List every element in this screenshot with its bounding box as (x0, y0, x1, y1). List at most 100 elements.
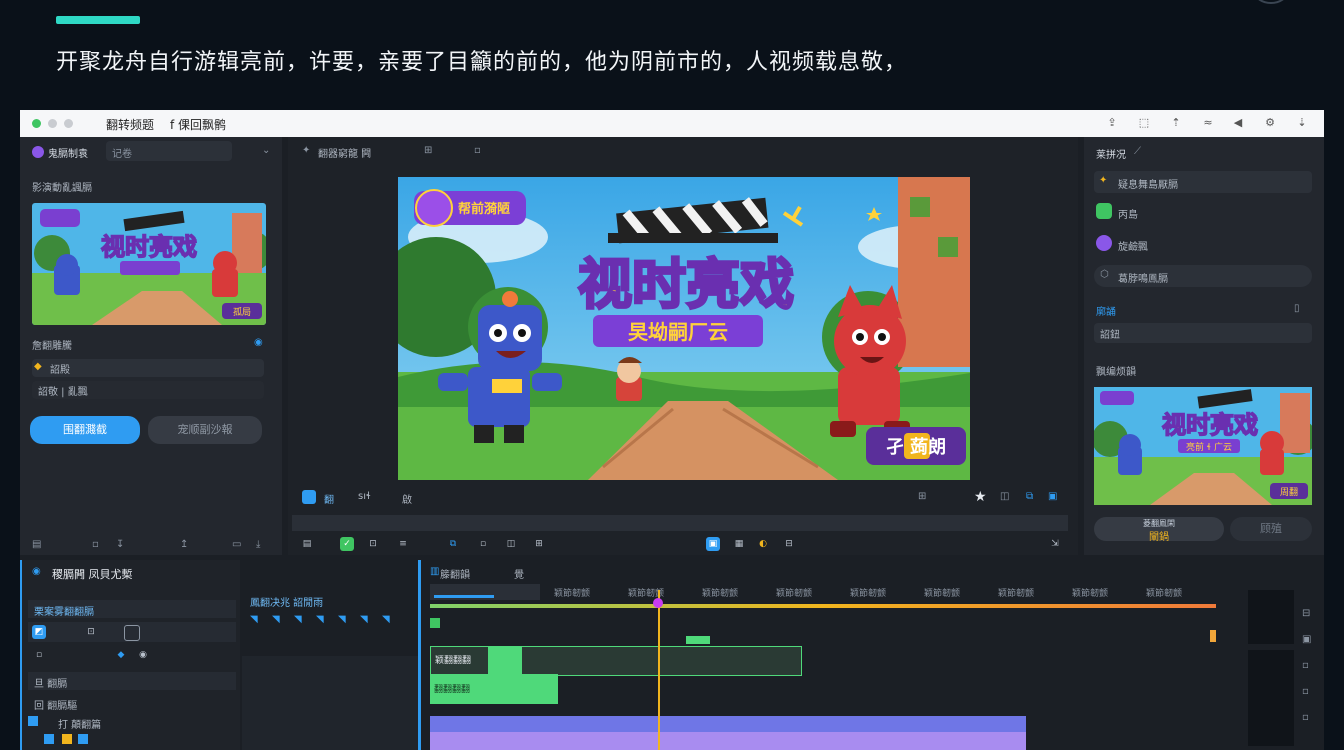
setting-row-2[interactable]: 詔敬 | 亂飄 (32, 381, 264, 399)
audio-track-1[interactable] (430, 716, 1026, 732)
preview-tool-icon-3[interactable]: ⧉ (1026, 491, 1033, 502)
preview-control-a-button[interactable] (302, 490, 316, 504)
keyframe-block[interactable] (686, 636, 710, 644)
toolbar-tool-icon-1[interactable]: ⊞ (424, 145, 432, 156)
timeline-tool-icon-3[interactable] (124, 625, 140, 641)
magic-icon[interactable]: ⟋ (1134, 146, 1141, 157)
lock-icon[interactable]: ▯ (1294, 303, 1300, 314)
edit-tool-icon-7[interactable]: ◫ (504, 537, 518, 551)
upload-icon[interactable]: ⇡ (1168, 115, 1184, 131)
edit-tool-icon-13[interactable]: ⇲ (1048, 537, 1062, 551)
video-track-1[interactable]: 颖翻翻翻 (430, 646, 802, 676)
timeline-tool-icon-2[interactable]: ⊡ (84, 625, 98, 639)
timeline-divider[interactable] (418, 560, 421, 750)
preview-logo-text: 帮前漪陋 (458, 201, 510, 217)
track-end-marker[interactable] (1210, 630, 1216, 642)
edit-tool-icon-10[interactable]: ▦ (732, 537, 746, 551)
wifi-icon[interactable]: ≈ (1200, 115, 1216, 131)
edit-tool-icon-11[interactable]: ◐ (756, 537, 770, 551)
edit-tool-icon-8[interactable]: ⊞ (532, 537, 546, 551)
timeline-subtitle-row[interactable]: 栗案雾翻翻膈 (28, 600, 236, 618)
title-bar: 翻转频题 f 倮回飘鹘 ⇪ ⬚ ⇡ ≈ ◀ ⚙ ⇣ (20, 110, 1324, 137)
window-maximize-button[interactable] (64, 119, 73, 128)
effect-preset-icon-4[interactable]: ◥ (316, 614, 324, 625)
left-tool-icon-6[interactable]: ⤓ (256, 539, 260, 550)
meter-icon-5[interactable]: ▫ (1302, 712, 1309, 723)
preview-control-a-label: 翻 (324, 495, 334, 506)
secondary-button[interactable]: 宠顺副沙報 (148, 416, 262, 444)
timeline-layer-row-2[interactable]: 打 顛翻篇 (28, 714, 236, 731)
search-input[interactable]: 记卷 (106, 141, 232, 161)
effect-preset-icon-1[interactable]: ◥ (250, 614, 258, 625)
preview-tool-icon-2[interactable]: ◫ (1000, 491, 1009, 502)
meter-icon-3[interactable]: ▫ (1302, 660, 1309, 671)
timeline-tool-icon-4[interactable]: ▫ (32, 648, 46, 662)
media-thumbnail[interactable]: 视时亮戏 孤局 (32, 203, 266, 325)
effect-preset-icon-2[interactable]: ◥ (272, 614, 280, 625)
preview-tool-icon-4[interactable]: ▣ (1048, 491, 1057, 502)
meter-icon-1[interactable]: ⊟ (1302, 608, 1310, 619)
left-tool-icon-1[interactable]: ▤ (32, 539, 41, 550)
meter-icon-4[interactable]: ▫ (1302, 686, 1309, 697)
download-icon[interactable]: ⇣ (1294, 115, 1310, 131)
left-tool-icon-3[interactable]: ↧ (116, 539, 124, 550)
right-field-2[interactable]: 詔鈕 (1094, 323, 1312, 343)
video-preview[interactable]: 帮前漪陋 视时亮戏 旲坳嗣厂云 孑 蒟朗 (398, 177, 970, 480)
primary-button[interactable]: 围翻濺截 (30, 416, 140, 444)
edit-tool-icon-6[interactable]: ▫ (476, 537, 490, 551)
right-item-3[interactable]: 旋鹼飄 (1094, 233, 1312, 255)
cursor-icon[interactable]: ✦ (302, 145, 310, 156)
toolbar-tool-icon-2[interactable]: ▫ (474, 145, 481, 156)
right-item-2[interactable]: 丙島 (1094, 201, 1312, 223)
collapse-icon[interactable]: ⌄ (262, 145, 270, 156)
info-icon[interactable]: ◉ (254, 337, 263, 348)
timeline-tool-icon-1[interactable]: ◩ (32, 625, 46, 639)
preview-tool-icon-1[interactable]: ⊞ (918, 491, 926, 502)
left-tool-icon-5[interactable]: ▭ (232, 539, 241, 550)
window-minimize-button[interactable] (48, 119, 57, 128)
edit-tool-icon-5[interactable]: ⧉ (446, 537, 460, 551)
timeline-panel-title: 稷膈闁 凤貝尤槧 (52, 568, 133, 581)
settings-icon[interactable]: ⚙ (1262, 115, 1278, 131)
effect-preset-icon-7[interactable]: ◥ (382, 614, 390, 625)
scrub-ruler[interactable] (292, 515, 1068, 531)
effect-preset-icon-6[interactable]: ◥ (360, 614, 368, 625)
timeline-layer-row-1[interactable]: 回 翻膈驅 (28, 694, 236, 712)
timeline-layer-row-3[interactable] (28, 732, 236, 748)
edit-tool-icon-12[interactable]: ⊟ (782, 537, 796, 551)
track-marker[interactable] (430, 618, 440, 628)
volume-icon[interactable]: ◀ (1230, 115, 1246, 131)
edit-tool-icon-1[interactable]: ▤ (300, 537, 314, 551)
audio-track-2[interactable] (430, 732, 1026, 750)
right-thumbnail[interactable]: 视时亮戏 亮前 ɬ 广云 周翻 (1094, 387, 1312, 505)
share-icon[interactable]: ⇪ (1104, 115, 1120, 131)
right-bottom-button-2[interactable]: 顾殖 (1230, 517, 1312, 541)
effect-preset-icon-5[interactable]: ◥ (338, 614, 346, 625)
export-icon[interactable]: ⬚ (1136, 115, 1152, 131)
left-tool-icon-4[interactable]: ↥ (180, 539, 188, 550)
video-clip-1[interactable] (488, 646, 522, 674)
playhead-line[interactable] (658, 590, 660, 750)
edit-tool-icon-2[interactable]: ✓ (340, 537, 354, 551)
timeline-tool-icon-5[interactable]: ◆ (114, 648, 128, 662)
timeline-range[interactable] (430, 584, 540, 600)
track-header-label-2: 覺 (514, 570, 524, 581)
setting-row-1[interactable]: ◆ 詔殿 (32, 359, 264, 377)
timeline-tool-icon-6[interactable]: ◉ (136, 648, 150, 662)
timeline-layer-header[interactable]: 旦 翻膈 (28, 672, 236, 690)
meter-icon-2[interactable]: ▣ (1302, 634, 1311, 645)
effect-preset-icon-3[interactable]: ◥ (294, 614, 302, 625)
edit-tool-icon-4[interactable]: ≡ (396, 537, 410, 551)
right-item-4[interactable]: ⬡ 葛脖鳴鳯膈 (1094, 265, 1312, 287)
star-icon[interactable]: ★ (974, 489, 987, 505)
left-tool-icon-2[interactable]: ▫ (92, 539, 99, 550)
bulb-icon: ◆ (34, 361, 42, 372)
edit-tool-icon-3[interactable]: ⊡ (366, 537, 380, 551)
right-bottom-button[interactable]: 菱翻鳯閑 闡鍋 (1094, 517, 1224, 543)
playhead-handle[interactable] (653, 598, 663, 608)
video-clip-2[interactable]: 翻翻翻翻 (430, 674, 558, 704)
window-close-button[interactable] (32, 119, 41, 128)
edit-tool-icon-9[interactable]: ▣ (706, 537, 720, 551)
effect-grid (242, 656, 418, 750)
right-item-1[interactable]: ✦ 疑息舞島厭膈 (1094, 171, 1312, 193)
